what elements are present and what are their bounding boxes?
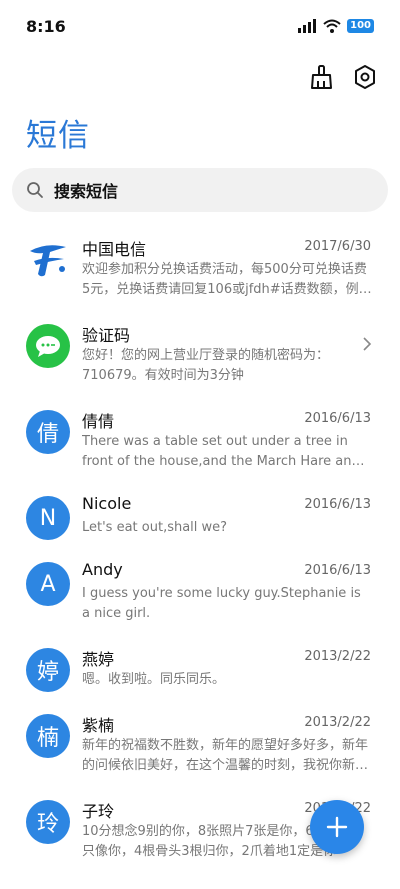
avatar: A (26, 562, 70, 606)
broom-icon (311, 65, 332, 89)
settings-icon (355, 65, 375, 89)
message-date: 2016/6/13 (304, 563, 371, 578)
avatar (26, 324, 70, 368)
avatar: N (26, 496, 70, 540)
page-title: 短信 (26, 118, 90, 154)
contact-name: Nicole (82, 494, 132, 513)
message-date: 2013/2/22 (304, 649, 371, 664)
message-date: 2017/6/30 (304, 239, 371, 254)
avatar (26, 238, 70, 282)
message-item-china-telecom[interactable]: 中国电信 2017/6/30 欢迎参加积分兑换话费活动，每500分可兑换话费5元… (0, 228, 400, 314)
wifi-icon (323, 19, 341, 33)
message-preview: 您好！您的网上营业厅登录的随机密码为：710679。有效时间为3分钟 (82, 348, 330, 383)
message-item-nicole[interactable]: N Nicole 2016/6/13 Let's eat out,shall w… (0, 486, 400, 552)
message-item-verification-code[interactable]: 验证码 您好！您的网上营业厅登录的随机密码为：710679。有效时间为3分钟 (0, 314, 400, 400)
contact-name: 倩倩 (82, 412, 115, 431)
china-telecom-logo-icon (30, 245, 66, 277)
contact-name: 子玲 (82, 802, 115, 821)
message-preview: 欢迎参加积分兑换话费活动，每500分可兑换话费5元，兑换话费请回复106或jfd… (82, 262, 367, 297)
message-list: 中国电信 2017/6/30 欢迎参加积分兑换话费活动，每500分可兑换话费5元… (0, 228, 400, 876)
message-date: 2016/6/13 (304, 411, 371, 426)
message-preview: I guess you're some lucky guy.Stephanie … (82, 586, 361, 621)
clean-button[interactable] (308, 62, 334, 92)
message-item-zinan[interactable]: 楠 紫楠 2013/2/22 新年的祝福数不胜数，新年的愿望好多好多，新年的问候… (0, 704, 400, 790)
search-bar[interactable]: 搜索短信 (12, 168, 388, 212)
avatar: 婷 (26, 648, 70, 692)
signal-icon (298, 19, 317, 33)
status-time: 8:16 (26, 17, 66, 36)
message-item-andy[interactable]: A Andy 2016/6/13 I guess you're some luc… (0, 552, 400, 638)
chevron-right-icon (363, 337, 372, 351)
compose-button[interactable] (310, 800, 364, 854)
message-preview: There was a table set out under a tree i… (82, 434, 360, 469)
contact-name: 验证码 (82, 326, 131, 345)
contact-name: 紫楠 (82, 716, 115, 735)
message-item-qianqian[interactable]: 倩 倩倩 2016/6/13 There was a table set out… (0, 400, 400, 486)
status-bar: 8:16 100 (0, 0, 400, 56)
status-icons: 100 (297, 19, 374, 33)
settings-button[interactable] (352, 62, 378, 92)
message-date: 2016/6/13 (304, 497, 371, 512)
search-icon (27, 182, 43, 198)
avatar: 楠 (26, 714, 70, 758)
contact-name: 燕婷 (82, 650, 115, 669)
message-preview: 嗯。收到啦。同乐同乐。 (82, 672, 226, 687)
avatar: 玲 (26, 800, 70, 844)
message-date: 2013/2/22 (304, 715, 371, 730)
message-item-yanting[interactable]: 婷 燕婷 2013/2/22 嗯。收到啦。同乐同乐。 (0, 638, 400, 704)
toolbar (308, 62, 378, 92)
message-preview: Let's eat out,shall we? (82, 520, 228, 535)
battery-indicator: 100 (347, 19, 374, 33)
plus-icon (326, 816, 348, 838)
contact-name: 中国电信 (82, 240, 147, 259)
message-preview: 新年的祝福数不胜数，新年的愿望好多好多，新年的问候依旧美好，在这个温馨的时刻，我… (82, 738, 369, 773)
avatar: 倩 (26, 410, 70, 454)
search-label: 搜索短信 (54, 182, 119, 201)
message-bubble-icon (36, 336, 60, 357)
contact-name: Andy (82, 560, 123, 579)
